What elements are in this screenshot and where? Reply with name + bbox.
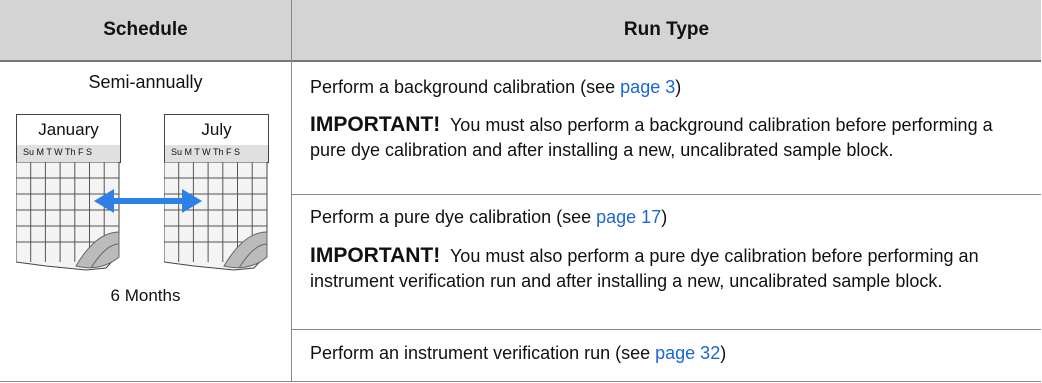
double-arrow-icon	[94, 189, 202, 213]
calendar-day-labels: Su M T W Th F S	[16, 145, 121, 163]
header-schedule: Schedule	[0, 0, 291, 62]
run-type-instrument-verification: Perform an instrument verification run (…	[310, 343, 727, 363]
page-link[interactable]: page 3	[620, 77, 675, 97]
important-note-background: IMPORTANT! You must also perform a backg…	[310, 113, 993, 160]
calendar-month-label: January	[16, 114, 121, 146]
column-divider	[291, 0, 292, 382]
schedule-frequency: Semi-annually	[88, 72, 203, 92]
run-type-background-calibration: Perform a background calibration (see pa…	[310, 77, 682, 97]
calendar-day-labels: Su M T W Th F S	[164, 145, 269, 163]
table-bottom-border	[0, 381, 1041, 382]
header-run-type: Run Type	[292, 0, 1041, 62]
page-link[interactable]: page 17	[596, 207, 661, 227]
schedule-table: Schedule Run Type Semi-annually January …	[0, 0, 1041, 382]
interval-caption: 6 Months	[110, 286, 181, 305]
calendar-grid	[164, 162, 268, 271]
calendar-month-label: July	[164, 114, 269, 146]
important-label: IMPORTANT!	[310, 244, 441, 267]
calendar-illustration: January Su M T W Th F S July Su M T W Th…	[16, 114, 276, 284]
run-type-pure-dye-calibration: Perform a pure dye calibration (see page…	[310, 207, 668, 227]
important-label: IMPORTANT!	[310, 113, 441, 136]
row-divider	[292, 194, 1041, 195]
row-divider	[292, 329, 1041, 330]
calendar-grid	[16, 162, 120, 271]
important-note-pure-dye: IMPORTANT! You must also perform a pure …	[310, 244, 979, 291]
page-link[interactable]: page 32	[655, 343, 720, 363]
